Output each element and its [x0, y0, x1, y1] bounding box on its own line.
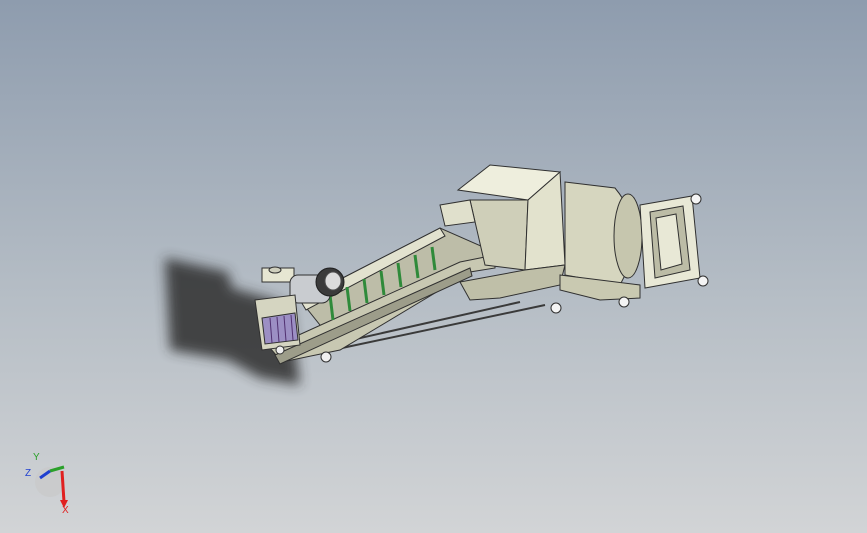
- 3d-viewport[interactable]: Y Z X: [0, 0, 867, 533]
- gearbox-housing[interactable]: [254, 294, 301, 351]
- triad-z-label: Z: [25, 468, 31, 479]
- model-view[interactable]: Y Z X: [0, 0, 867, 533]
- rotary-drum[interactable]: [559, 181, 643, 301]
- coordinate-triad[interactable]: Y Z X: [25, 452, 69, 516]
- rear-frame[interactable]: [639, 195, 701, 289]
- triad-x-label: X: [62, 505, 69, 516]
- triad-y-label: Y: [33, 452, 40, 463]
- triad-x-axis: [60, 470, 66, 503]
